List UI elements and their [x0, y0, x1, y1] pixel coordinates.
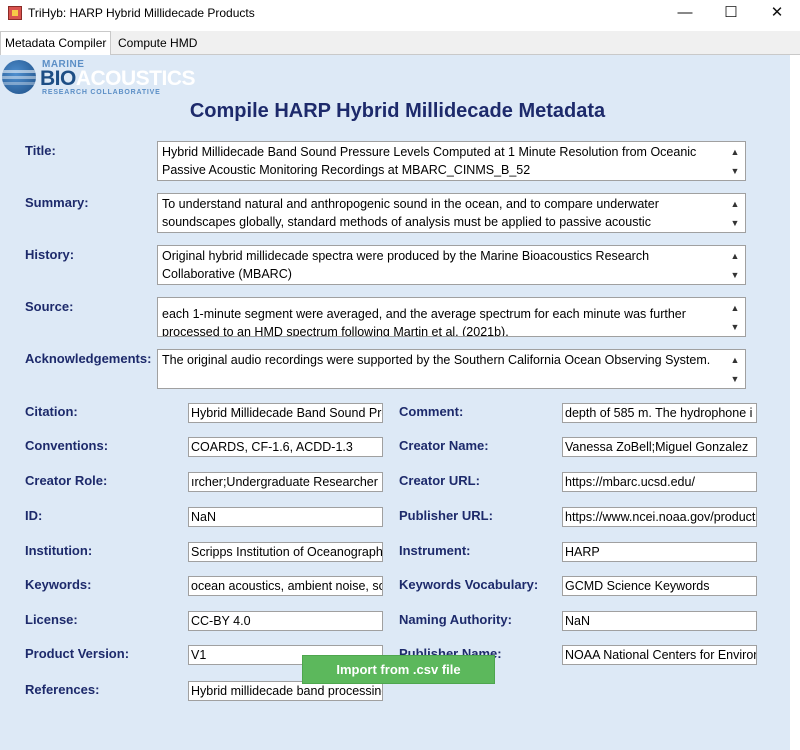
page-title: Compile HARP Hybrid Millidecade Metadata [189, 100, 606, 122]
creator-name-field[interactable]: Vanessa ZoBell;Miguel Gonzalez [562, 437, 757, 457]
summary-label: Summary: [25, 195, 89, 210]
id-label: ID: [25, 508, 43, 523]
scroll-up-icon[interactable]: ▲ [729, 250, 741, 262]
logo-text-acoustics: ACOUSTICS [75, 67, 196, 90]
acknowledgements-label: Acknowledgements: [25, 351, 152, 366]
references-field[interactable]: Hybrid millidecade band processing [188, 681, 383, 701]
source-text: each 1-minute segment were averaged, and… [162, 307, 686, 337]
scroll-down-icon[interactable]: ▼ [729, 373, 741, 385]
tab-metadata-compiler[interactable]: Metadata Compiler [0, 31, 112, 56]
institution-label: Institution: [25, 543, 93, 558]
title-label: Title: [25, 143, 56, 158]
import-csv-button[interactable]: Import from .csv file [302, 655, 495, 684]
mbarc-logo: MARINE BIOACOUSTICS RESEARCH COLLABORATI… [2, 58, 202, 98]
instrument-label: Instrument: [399, 543, 471, 558]
citation-label: Citation: [25, 404, 78, 419]
creator-url-field[interactable]: https://mbarc.ucsd.edu/ [562, 472, 757, 492]
window-titlebar: TriHyb: HARP Hybrid Millidecade Products… [0, 0, 800, 28]
publisher-url-label: Publisher URL: [399, 508, 493, 523]
tab-bar: Metadata Compiler Compute HMD [0, 31, 800, 56]
logo-text-bio: BIO [40, 67, 76, 90]
publisher-name-field[interactable]: NOAA National Centers for Environmental … [562, 645, 757, 665]
references-label: References: [25, 682, 100, 697]
scroll-up-icon[interactable]: ▲ [729, 302, 741, 314]
app-icon [8, 6, 22, 20]
product-version-label: Product Version: [25, 646, 130, 661]
title-text: Hybrid Millidecade Band Sound Pressure L… [162, 145, 697, 177]
metadata-panel: MARINE BIOACOUSTICS RESEARCH COLLABORATI… [0, 55, 790, 750]
comment-field[interactable]: depth of 585 m. The hydrophone i [562, 403, 757, 423]
comment-label: Comment: [399, 404, 464, 419]
naming-authority-field[interactable]: NaN [562, 611, 757, 631]
publisher-url-field[interactable]: https://www.ncei.noaa.gov/products/ [562, 507, 757, 527]
summary-textarea[interactable]: To understand natural and anthropogenic … [157, 193, 746, 233]
scroll-down-icon[interactable]: ▼ [729, 321, 741, 333]
summary-text: To understand natural and anthropogenic … [162, 197, 659, 229]
creator-name-label: Creator Name: [399, 438, 489, 453]
license-field[interactable]: CC-BY 4.0 [188, 611, 383, 631]
acknowledgements-textarea[interactable]: The original audio recordings were suppo… [157, 349, 746, 389]
scroll-down-icon[interactable]: ▼ [729, 269, 741, 281]
id-field[interactable]: NaN [188, 507, 383, 527]
scroll-down-icon[interactable]: ▼ [729, 165, 741, 177]
logo-text-bioacoustics: BIOACOUSTICS [40, 67, 196, 90]
minimize-button[interactable]: — [662, 0, 708, 28]
creator-url-label: Creator URL: [399, 473, 480, 488]
scroll-down-icon[interactable]: ▼ [729, 217, 741, 229]
tab-compute-hmd[interactable]: Compute HMD [114, 33, 201, 53]
title-textarea[interactable]: Hybrid Millidecade Band Sound Pressure L… [157, 141, 746, 181]
maximize-button[interactable]: ☐ [708, 0, 754, 28]
creator-role-field[interactable]: ırcher;Undergraduate Researcher [188, 472, 383, 492]
keywords-label: Keywords: [25, 577, 92, 592]
conventions-label: Conventions: [25, 438, 109, 453]
acknowledgements-text: The original audio recordings were suppo… [162, 353, 711, 367]
scroll-up-icon[interactable]: ▲ [729, 146, 741, 158]
close-button[interactable]: ✕ [754, 0, 800, 28]
history-text: Original hybrid millidecade spectra were… [162, 249, 650, 281]
globe-icon [2, 60, 36, 94]
creator-role-label: Creator Role: [25, 473, 108, 488]
keywords-field[interactable]: ocean acoustics, ambient noise, soundsca… [188, 576, 383, 596]
naming-authority-label: Naming Authority: [399, 612, 512, 627]
logo-text-research-collaborative: RESEARCH COLLABORATIVE [42, 89, 161, 96]
source-textarea[interactable]: each 1-minute segment were averaged, and… [157, 297, 746, 337]
license-label: License: [25, 612, 78, 627]
keywords-vocabulary-label: Keywords Vocabulary: [399, 577, 539, 592]
scroll-up-icon[interactable]: ▲ [729, 354, 741, 366]
history-textarea[interactable]: Original hybrid millidecade spectra were… [157, 245, 746, 285]
citation-field[interactable]: Hybrid Millidecade Band Sound Pressure L… [188, 403, 383, 423]
scroll-up-icon[interactable]: ▲ [729, 198, 741, 210]
source-label: Source: [25, 299, 74, 314]
conventions-field[interactable]: COARDS, CF-1.6, ACDD-1.3 [188, 437, 383, 457]
instrument-field[interactable]: HARP [562, 542, 757, 562]
institution-field[interactable]: Scripps Institution of Oceanography [188, 542, 383, 562]
history-label: History: [25, 247, 75, 262]
window-title: TriHyb: HARP Hybrid Millidecade Products [28, 6, 255, 20]
keywords-vocabulary-field[interactable]: GCMD Science Keywords [562, 576, 757, 596]
